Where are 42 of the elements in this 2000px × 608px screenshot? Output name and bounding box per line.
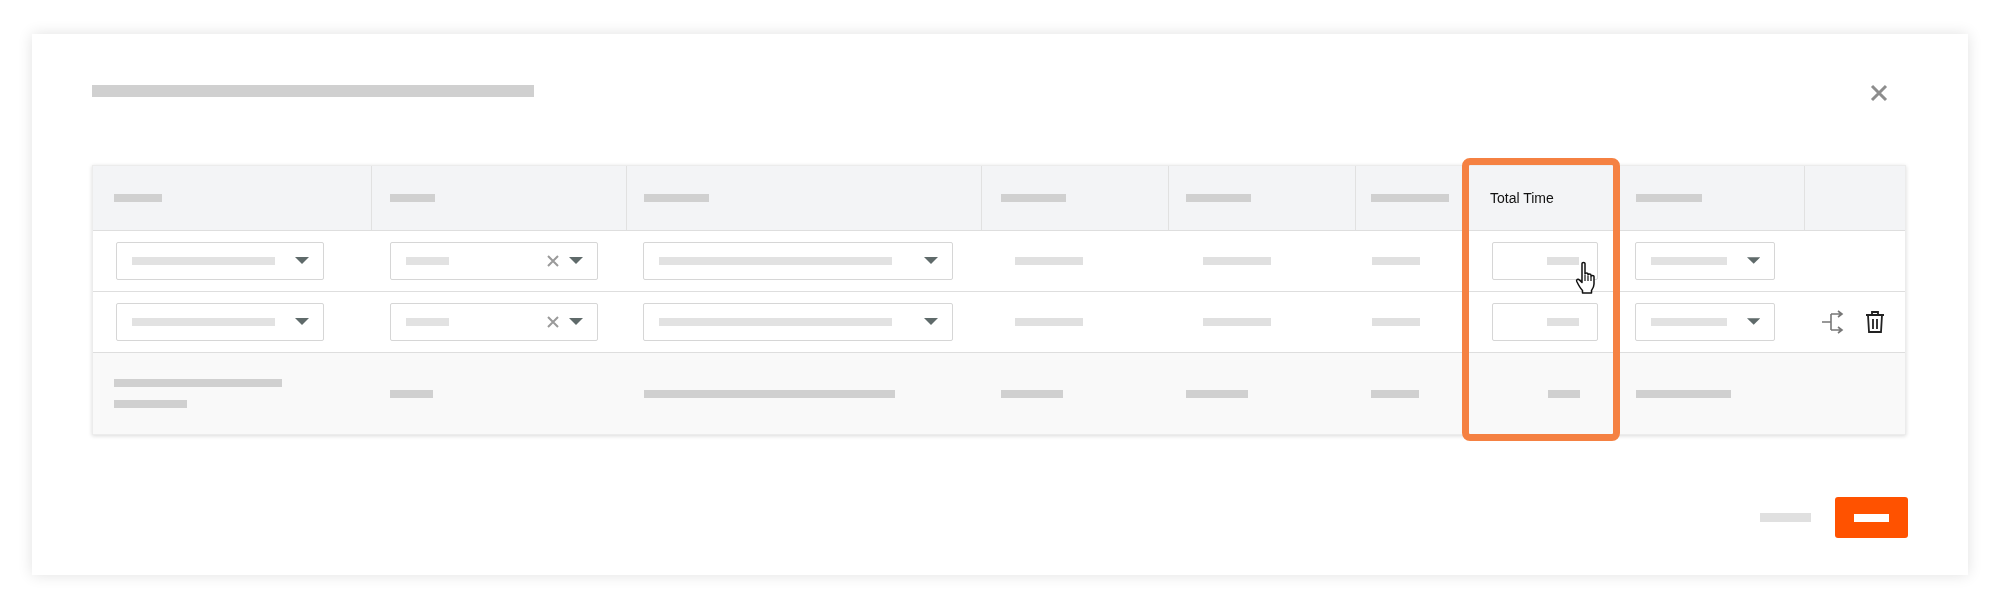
primary-button[interactable] <box>1835 497 1908 538</box>
text-placeholder <box>1203 257 1271 265</box>
split-arrows-icon[interactable] <box>1821 310 1845 334</box>
text-placeholder <box>1636 194 1702 202</box>
select-field[interactable] <box>390 303 598 341</box>
text-placeholder <box>390 194 435 202</box>
caret-icon <box>569 257 583 265</box>
text-placeholder <box>1203 318 1271 326</box>
column-header: Total Time <box>1490 190 1554 206</box>
clear-icon[interactable] <box>547 255 559 267</box>
text-placeholder <box>1186 194 1251 202</box>
text-placeholder <box>1371 389 1419 398</box>
text-placeholder <box>1186 389 1248 398</box>
secondary-button[interactable] <box>1760 513 1811 522</box>
clear-icon[interactable] <box>547 316 559 328</box>
text-placeholder <box>1372 318 1420 326</box>
caret-icon <box>295 318 309 326</box>
caret-icon <box>924 318 938 326</box>
text-placeholder <box>1001 194 1066 202</box>
text-placeholder <box>644 194 709 202</box>
caret-icon <box>1746 318 1760 326</box>
select-field[interactable] <box>1635 242 1775 280</box>
caret-icon <box>1746 257 1760 265</box>
select-field[interactable] <box>643 242 953 280</box>
text-placeholder <box>1372 257 1420 265</box>
close-icon[interactable] <box>1870 84 1888 102</box>
text-placeholder <box>1015 318 1083 326</box>
caret-icon <box>569 318 583 326</box>
text-placeholder <box>390 389 433 398</box>
text-placeholder <box>114 194 162 202</box>
select-field[interactable] <box>390 242 598 280</box>
select-field[interactable] <box>1635 303 1775 341</box>
select-field[interactable] <box>116 242 324 280</box>
text-placeholder <box>1001 389 1063 398</box>
text-placeholder <box>1548 389 1580 398</box>
select-field[interactable] <box>643 303 953 341</box>
caret-icon <box>295 257 309 265</box>
trash-icon[interactable] <box>1865 310 1885 334</box>
select-field[interactable] <box>116 303 324 341</box>
caret-icon <box>924 257 938 265</box>
text-placeholder <box>1015 257 1083 265</box>
input-field[interactable] <box>1492 303 1598 341</box>
